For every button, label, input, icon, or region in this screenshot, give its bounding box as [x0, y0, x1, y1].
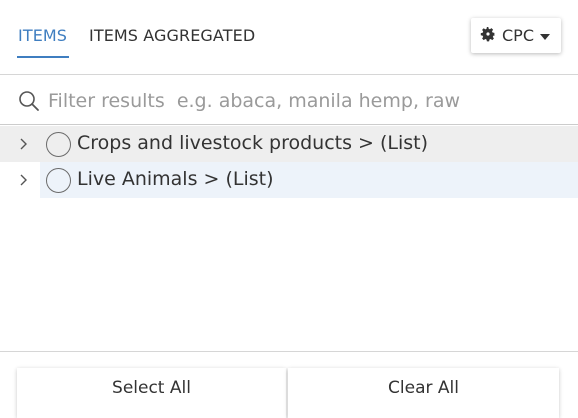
chevron-right-icon[interactable] — [18, 138, 30, 150]
active-tab-indicator — [17, 56, 69, 58]
select-all-button[interactable]: Select All — [17, 368, 286, 418]
chevron-right-icon[interactable] — [18, 174, 30, 186]
item-radio[interactable] — [46, 132, 71, 157]
classification-dropdown-button[interactable]: CPC — [471, 18, 561, 53]
tabs-header: ITEMS ITEMS AGGREGATED CPC — [0, 0, 578, 75]
filter-input[interactable] — [48, 86, 568, 116]
item-radio[interactable] — [46, 168, 71, 193]
caret-down-icon — [540, 33, 550, 40]
tree-item[interactable]: Crops and livestock products > (List) — [0, 126, 578, 162]
filter-bar — [0, 76, 578, 125]
classification-label: CPC — [502, 26, 534, 45]
tree-item-label: Crops and livestock products > (List) — [77, 132, 429, 154]
tab-items-aggregated[interactable]: ITEMS AGGREGATED — [89, 26, 255, 45]
tree-item[interactable]: Live Animals > (List) — [0, 162, 578, 198]
search-icon — [19, 91, 39, 111]
clear-all-button[interactable]: Clear All — [288, 368, 559, 418]
tree-item-label: Live Animals > (List) — [77, 168, 274, 190]
tab-items[interactable]: ITEMS — [18, 26, 67, 45]
gear-icon — [480, 26, 496, 41]
footer-actions: Select All Clear All — [0, 351, 578, 418]
